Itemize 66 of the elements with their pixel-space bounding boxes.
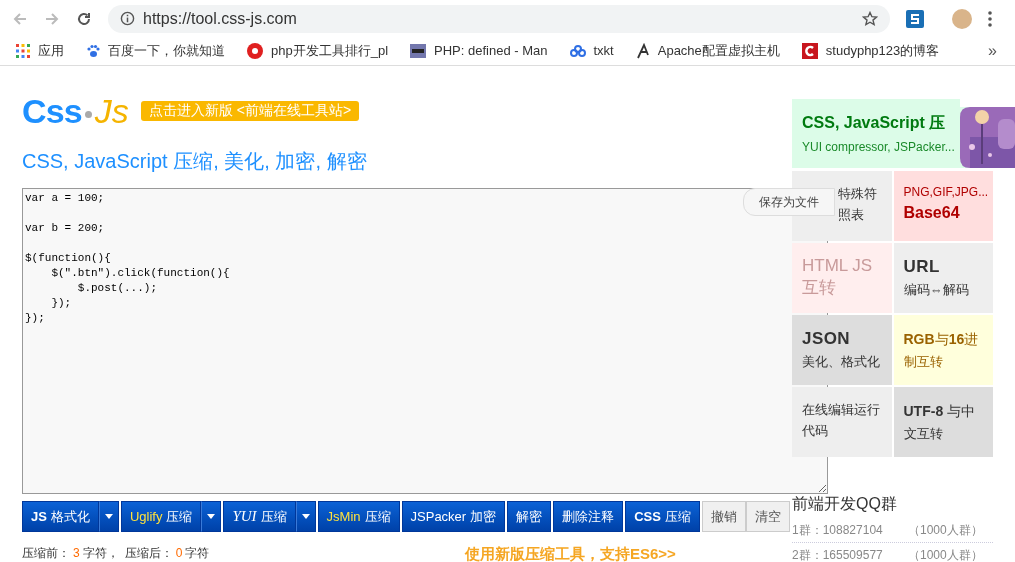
caret-icon [301,514,310,519]
stat-text: 压缩后： 0 字符 [124,545,210,562]
page-heading: CSS, JavaScript 压缩, 美化, 加密, 解密 [22,149,367,174]
toolbar-button[interactable]: 撤销 [701,501,746,532]
logo-text: Css [22,93,82,128]
cloud-icon [569,45,586,57]
dropdown-button[interactable] [295,501,316,532]
feature-card[interactable]: CSS, JavaScript 压 YUI compressor, JSPacker... [792,99,960,168]
tool-tile[interactable]: URL 编码⇔解码 [893,243,993,313]
tile-text: 代码 [802,422,828,440]
tool-tile[interactable]: JSON 美化、格式化 [792,315,892,385]
bookmarks-overflow-button[interactable]: » [988,39,997,63]
bookmark[interactable]: studyphp123的博客 [801,41,940,61]
bookmark[interactable]: php开发工具排行_pl [247,41,389,61]
tile-text: 文互转 [903,425,943,443]
bookmark[interactable]: Apache配置虚拟主机 [635,41,780,61]
qq-group-size: （1000人群） [908,547,983,562]
dropdown-button[interactable] [98,501,119,532]
star-icon[interactable] [862,10,878,27]
toolbar-button[interactable]: YUI 压缩 [223,501,296,532]
toolbar-button[interactable]: 清空 [745,501,790,532]
toolbar-button[interactable]: 删除注释 [553,501,624,532]
tile-text: PNG,GIF,JPG... [903,184,989,201]
stat-text: 压缩前： 3 字符， [22,545,119,562]
caret-icon [104,514,113,519]
menu-icon[interactable] [988,10,992,27]
qq-groups-title: 前端开发QQ群 [792,494,898,514]
caret-icon [207,514,216,519]
tool-tile[interactable]: UTF-8 与中 文互转 [893,387,993,457]
info-icon[interactable] [120,11,135,26]
toolbar-button[interactable]: JSPacker 加密 [401,501,506,532]
tile-text: RGB与16进 [903,330,979,349]
bookmark[interactable]: PHP: defined - Man [410,41,548,61]
toolbar-button[interactable]: 解密 [507,501,552,532]
c-logo-icon [801,43,818,59]
reload-icon[interactable] [76,10,92,27]
url-text: https://tool.css-js.com [143,8,298,29]
tile-text: 特殊符 [838,185,877,203]
dropdown-button[interactable] [201,501,222,532]
qq-group-number: 1群：108827104 [792,522,884,539]
bookmark[interactable]: 百度一下，你就知道 [86,41,225,61]
tile-text: Base64 [903,203,960,223]
tile-text: UTF-8 与中 [903,402,976,421]
toolbar-button[interactable]: Uglify 压缩 [120,501,202,532]
extension-icon[interactable] [906,9,924,28]
tool-tile[interactable]: 在线编辑运行 代码 [792,387,892,457]
apps-grid-icon [16,44,30,58]
paw-icon [86,44,100,58]
feature-title: CSS, JavaScript 压 [802,113,947,133]
tile-text: 编码⇔解码 [903,281,969,299]
tool-tile[interactable]: PNG,GIF,JPG... Base64 [893,171,993,241]
tile-text: 照表 [838,206,864,224]
address-bar[interactable]: https://tool.css-js.com [108,4,890,33]
tile-text: URL [903,256,940,278]
feature-subtitle: YUI compressor, JSPacker... [802,139,956,156]
tile-text: 制互转 [903,353,943,371]
qq-group-number: 2群：165509577 [792,547,884,562]
logo-text: Js [94,93,129,128]
qq-group-size: （1000人群） [908,522,983,539]
toolbar-button[interactable]: JS 格式化 [22,501,99,532]
bookmark[interactable]: 应用 [16,41,64,61]
bookmark[interactable]: txkt [569,41,614,61]
save-as-file-tab[interactable]: 保存为文件 [743,188,835,216]
tool-tile[interactable]: RGB与16进 制互转 [893,315,993,385]
toolbar-button[interactable]: CSS 压缩 [625,501,700,532]
toolbar-button[interactable]: JsMin 压缩 [317,501,400,532]
